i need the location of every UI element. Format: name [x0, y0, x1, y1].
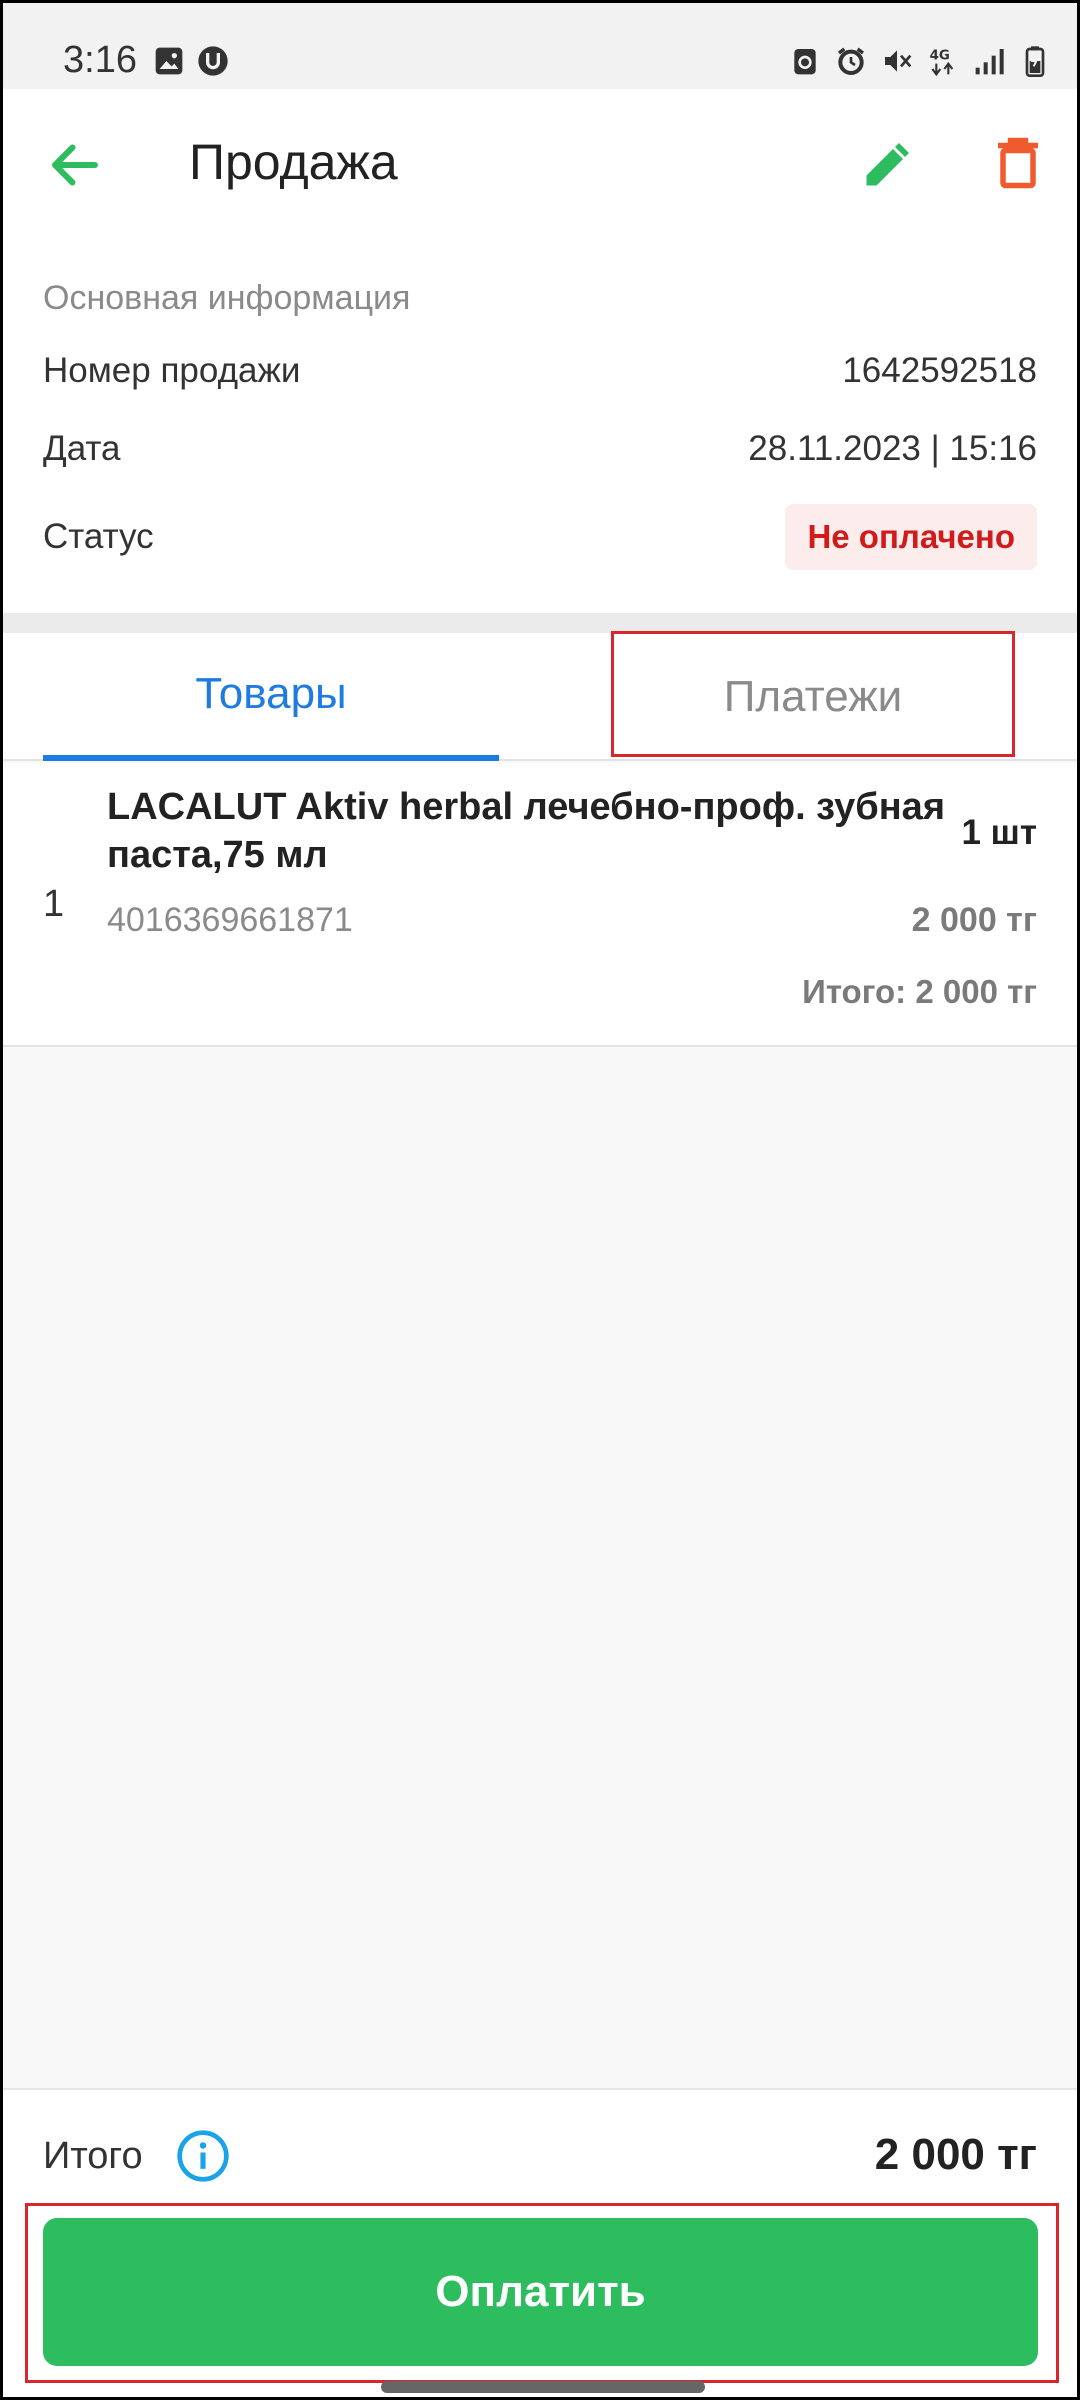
info-icon[interactable]: [175, 2128, 231, 2184]
svg-text:4G: 4G: [930, 49, 950, 64]
page-title: Продажа: [189, 134, 398, 190]
sale-number-row: Номер продажи 1642592518: [43, 351, 1037, 391]
total-value: 2 000 тг: [874, 2130, 1037, 2179]
status-row: Статус Не оплачено: [43, 504, 1037, 570]
item-index: 1: [43, 883, 65, 925]
status-right-icons: 4G: [789, 45, 1051, 77]
alarm-icon: [838, 47, 864, 75]
edit-button[interactable]: [859, 133, 919, 193]
status-time: 3:16: [63, 39, 137, 81]
sale-number-value: 1642592518: [842, 351, 1037, 390]
trash-icon: [998, 137, 1038, 189]
main-info-section: Основная информация Номер продажи 164259…: [3, 239, 1077, 613]
total-label: Итого: [43, 2135, 143, 2177]
image-icon: [155, 47, 183, 75]
date-row: Дата 28.11.2023 | 15:16: [43, 429, 1037, 469]
signal-icon: [975, 49, 1004, 75]
status-label: Статус: [43, 517, 154, 556]
4g-icon: 4G: [930, 49, 954, 77]
u-app-icon: [198, 46, 228, 76]
back-button[interactable]: [45, 135, 105, 195]
date-label: Дата: [43, 429, 121, 468]
battery-icon: [1025, 46, 1045, 77]
status-bar: 3:16 4G: [3, 3, 1077, 89]
payments-tab-highlight: [611, 631, 1015, 757]
delete-button[interactable]: [988, 133, 1048, 193]
recycle-icon: [794, 49, 816, 75]
info-heading: Основная информация: [43, 279, 411, 317]
arrow-left-icon: [52, 144, 98, 186]
item-quantity: 1 шт: [961, 813, 1037, 852]
item-barcode: 4016369661871: [107, 901, 353, 939]
pencil-icon: [866, 143, 909, 186]
list-item[interactable]: 1 LACALUT Aktiv herbal лечебно-проф. зуб…: [3, 763, 1077, 1047]
mute-icon: [885, 50, 912, 72]
item-price: 2 000 тг: [911, 901, 1037, 939]
status-left-icons: [153, 45, 229, 77]
screen: 3:16 4G Продажа Основная информация Номе…: [3, 3, 1077, 2397]
pay-button-highlight: [25, 2203, 1059, 2383]
date-value: 28.11.2023 | 15:16: [748, 429, 1037, 468]
tab-goods[interactable]: Товары: [43, 633, 499, 761]
gesture-nav-bar[interactable]: [381, 2381, 705, 2393]
sale-number-label: Номер продажи: [43, 351, 301, 390]
item-total: Итого: 2 000 тг: [802, 973, 1037, 1010]
status-badge: Не оплачено: [785, 504, 1037, 570]
section-divider: [3, 613, 1077, 633]
item-name: LACALUT Aktiv herbal лечебно-проф. зубна…: [107, 786, 945, 876]
app-bar: Продажа: [3, 89, 1077, 239]
